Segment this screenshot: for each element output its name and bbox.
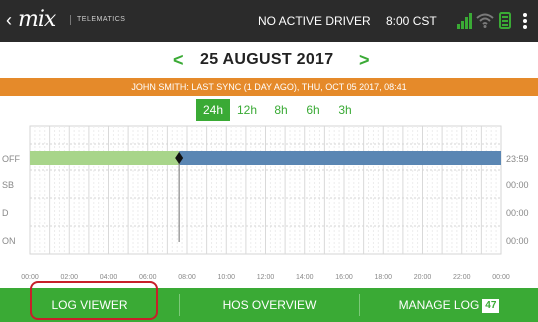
status-segment-0 — [30, 151, 180, 165]
time-tick-label: 00:00 — [21, 274, 39, 281]
time-tick-label: 10:00 — [217, 274, 235, 281]
time-tick-label: 18:00 — [374, 274, 392, 281]
time-tick-label: 06:00 — [139, 274, 157, 281]
next-day-chevron-icon[interactable]: > — [359, 50, 370, 70]
date-navigation: < 25 AUGUST 2017 > — [0, 42, 538, 78]
status-segment-1 — [179, 151, 501, 165]
time-tick-label: 22:00 — [453, 274, 471, 281]
time-tick-label: 00:00 — [492, 274, 510, 281]
active-driver-status[interactable]: NO ACTIVE DRIVER — [258, 14, 371, 28]
log-viewer-highlight — [30, 281, 158, 320]
time-tick-label: 04:00 — [100, 274, 118, 281]
signal-bars-icon — [457, 13, 472, 29]
mix-logo: mix — [18, 7, 56, 32]
row-total-d: 00:00 — [506, 208, 529, 218]
row-label-d: D — [2, 208, 9, 218]
range-tab-6h[interactable]: 6h — [298, 99, 328, 121]
row-total-off: 23:59 — [506, 154, 529, 164]
device-icon — [499, 12, 511, 29]
wifi-icon — [476, 13, 494, 28]
logo-subtitle: TELEMATICS — [70, 15, 125, 25]
sync-status-banner: JOHN SMITH: LAST SYNC (1 DAY AGO), THU, … — [0, 78, 538, 96]
hos-overview-button[interactable]: HOS OVERVIEW — [180, 288, 359, 322]
manage-log-label: MANAGE LOG — [398, 298, 480, 312]
time-tick-label: 20:00 — [414, 274, 432, 281]
range-tab-8h[interactable]: 8h — [266, 99, 296, 121]
back-chevron-icon[interactable]: ‹ — [6, 10, 12, 30]
range-tab-3h[interactable]: 3h — [330, 99, 360, 121]
manage-log-button[interactable]: MANAGE LOG 47 — [360, 288, 538, 322]
time-tick-label: 16:00 — [335, 274, 353, 281]
row-total-on: 00:00 — [506, 236, 529, 246]
row-label-on: ON — [2, 236, 16, 246]
log-date: 25 AUGUST 2017 — [200, 51, 334, 68]
time-tick-label: 14:00 — [296, 274, 314, 281]
row-label-sb: SB — [2, 180, 14, 190]
sync-status-text: JOHN SMITH: LAST SYNC (1 DAY AGO), THU, … — [131, 82, 407, 92]
overflow-menu-icon[interactable] — [521, 12, 529, 30]
previous-day-chevron-icon[interactable]: < — [173, 50, 184, 70]
log-chart-canvas[interactable]: OFF 23:59 SB 00:00 D 00:00 ON 00:00 00:00 02:00 04… — [0, 124, 538, 284]
manage-log-count-badge: 47 — [482, 299, 500, 313]
clock-time: 8:00 CST — [386, 14, 437, 28]
range-tab-12h[interactable]: 12h — [230, 99, 264, 121]
row-label-off: OFF — [2, 154, 20, 164]
duty-status-log-chart: OFF 23:59 SB 00:00 D 00:00 ON 00:00 00:00 02:00 04… — [0, 124, 538, 284]
time-tick-label: 02:00 — [60, 274, 78, 281]
row-total-sb: 00:00 — [506, 180, 529, 190]
time-tick-label: 12:00 — [257, 274, 275, 281]
top-bar: ‹ mix TELEMATICS NO ACTIVE DRIVER 8:00 C… — [0, 0, 538, 42]
range-tab-24h[interactable]: 24h — [196, 99, 230, 121]
time-tick-label: 08:00 — [178, 274, 196, 281]
